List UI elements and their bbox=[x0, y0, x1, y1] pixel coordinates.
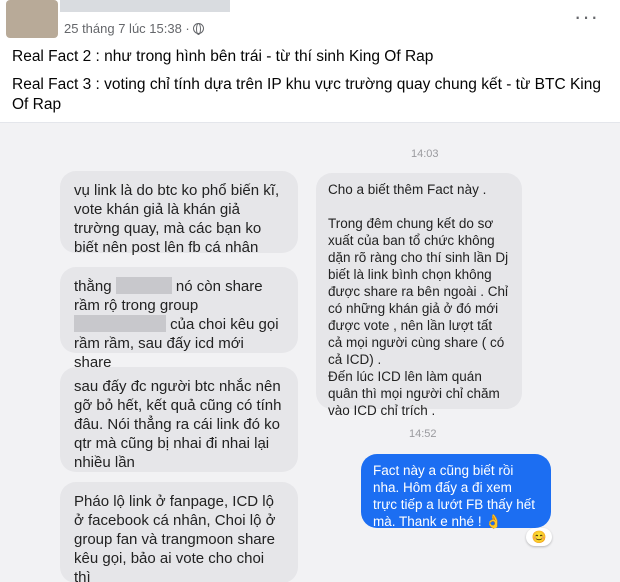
post-line-1: Real Fact 2 : như trong hình bên trái - … bbox=[12, 48, 434, 65]
author-name-redacted bbox=[60, 0, 230, 12]
post-line-2: Real Fact 3 : voting chỉ tính dựa trên I… bbox=[12, 76, 601, 113]
chat-message-sent: Fact này a cũng biết rồi nha. Hôm đấy a … bbox=[361, 454, 551, 529]
more-options-icon[interactable]: ··· bbox=[574, 4, 599, 30]
chat-message-left: vụ link là do btc ko phổ biến kĩ, vote k… bbox=[60, 171, 298, 256]
globe-icon bbox=[192, 23, 204, 35]
chat-message-right: Cho a biết thêm Fact này . Trong đêm chu… bbox=[316, 173, 522, 418]
redacted-name bbox=[115, 277, 172, 294]
post-meta: 25 tháng 7 lúc 15:38 · bbox=[64, 21, 204, 36]
post-photo[interactable]: 14:03 vụ link là do btc ko phổ biến kĩ, … bbox=[0, 122, 620, 582]
message-text: thằng bbox=[74, 278, 112, 295]
chat-message-left: sau đấy đc người btc nhắc nên gỡ bỏ hết,… bbox=[60, 367, 298, 472]
chat-message-left: thằng nó còn share rầm rộ trong group củ… bbox=[60, 267, 298, 371]
post-text: Real Fact 2 : như trong hình bên trái - … bbox=[12, 47, 612, 123]
post-date[interactable]: 25 tháng 7 lúc 15:38 · bbox=[64, 21, 190, 36]
chat-timestamp: 14:52 bbox=[409, 428, 437, 440]
post-header: 25 tháng 7 lúc 15:38 · ··· bbox=[0, 0, 620, 40]
redacted-group bbox=[74, 315, 166, 332]
reaction-emoji[interactable]: 😊 bbox=[526, 528, 552, 546]
chat-timestamp: 14:03 bbox=[411, 148, 439, 160]
avatar[interactable] bbox=[6, 0, 58, 38]
chat-message-left: Pháo lộ link ở fanpage, ICD lộ ở faceboo… bbox=[60, 482, 298, 582]
